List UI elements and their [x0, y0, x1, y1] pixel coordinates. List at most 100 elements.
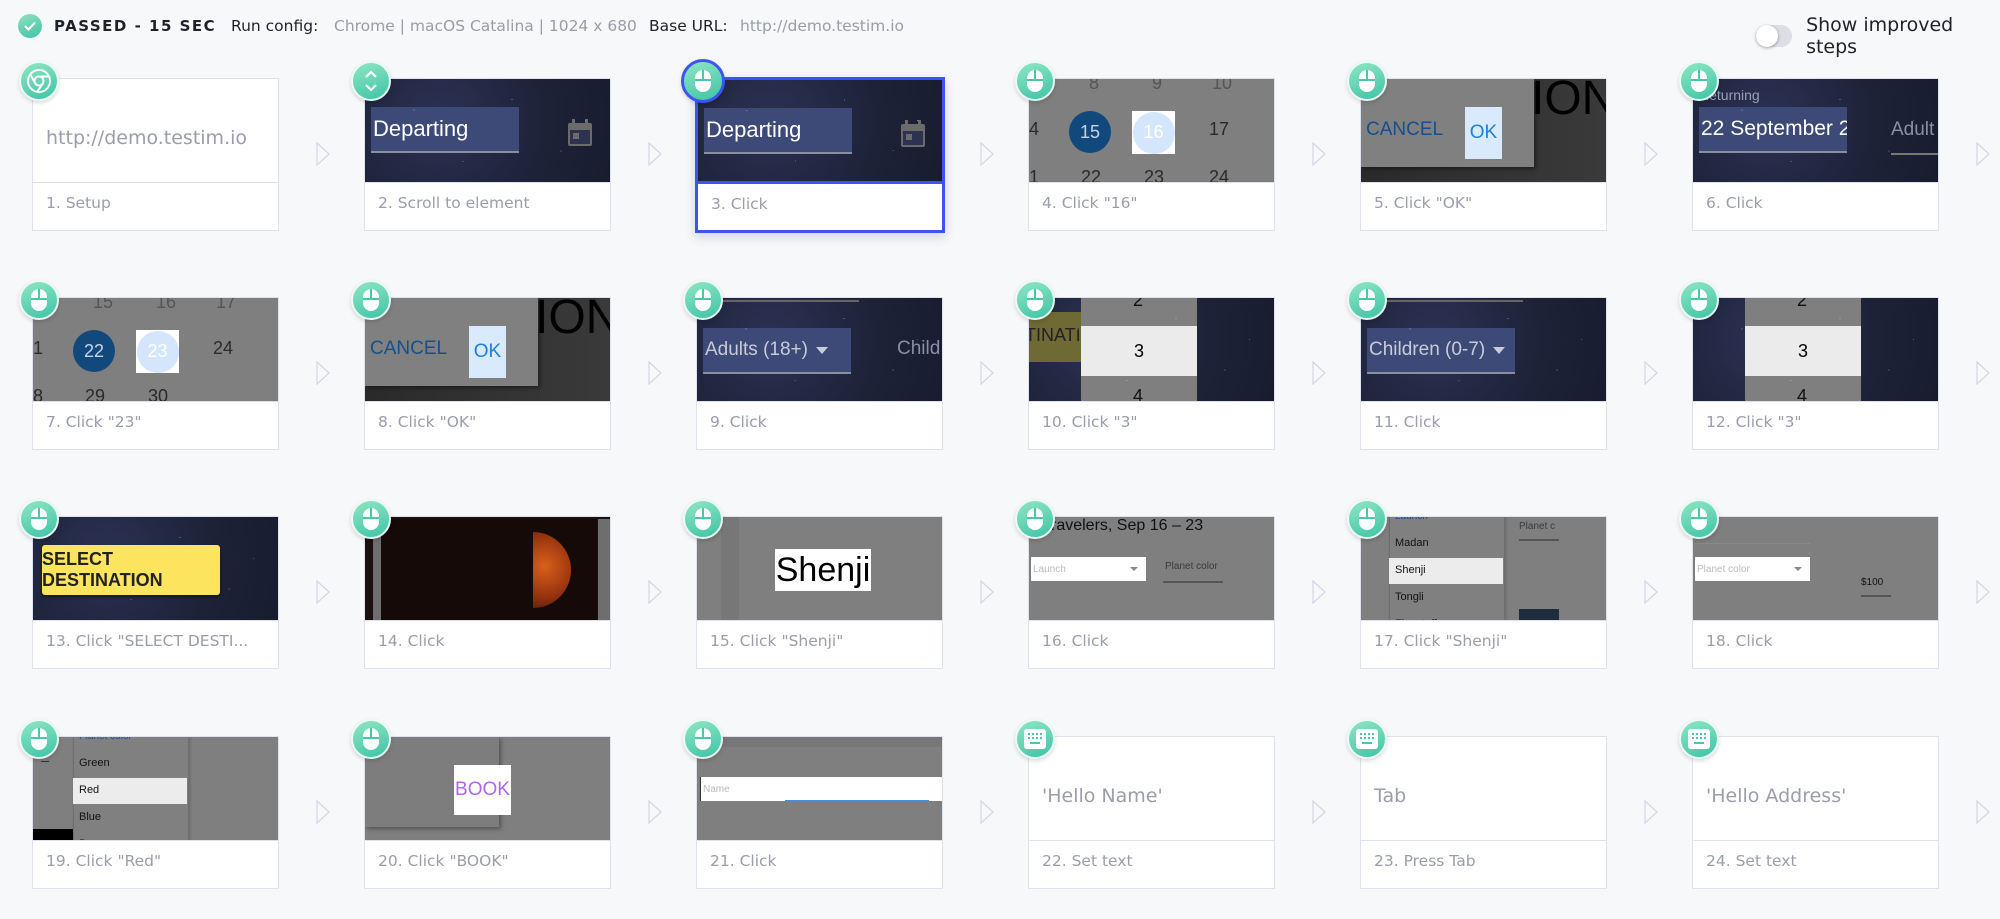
background-text: ION — [1531, 79, 1606, 125]
calendar-day: 16 — [156, 298, 177, 312]
step-card[interactable]: Departing 2. Scroll to element — [364, 78, 611, 231]
step-type-badge — [1679, 499, 1719, 539]
mouse-icon — [30, 507, 48, 531]
next-step-arrow-icon — [1312, 799, 1326, 825]
mouse-icon — [1026, 288, 1044, 312]
calendar-day: 17 — [216, 298, 237, 312]
step-thumbnail: SELECT DESTINATION — [33, 517, 278, 621]
step-card[interactable]: ION CANCEL OK 8. Click "OK" — [364, 297, 611, 450]
step-card[interactable]: Adults (18+) Child 9. Click — [696, 297, 943, 450]
step-card[interactable]: http://demo.testim.io 1. Setup — [32, 78, 279, 231]
improved-steps-toggle[interactable] — [1756, 25, 1793, 47]
number-picker — [1081, 298, 1197, 401]
calendar-day-target: 16 — [1132, 111, 1175, 154]
name-input: Name — [700, 777, 942, 801]
step-card[interactable]: TINATI 2 3 4 10. Click "3" — [1028, 297, 1275, 450]
next-step-arrow-icon — [1976, 141, 1990, 167]
chrome-icon — [26, 68, 52, 94]
step-type-badge — [351, 719, 391, 759]
calendar-day: 1 — [33, 338, 44, 358]
picker-option-selected: 3 — [1081, 326, 1197, 376]
step-card[interactable]: BOOK 20. Click "BOOK" — [364, 736, 611, 889]
calendar-day: 8 — [33, 386, 44, 402]
calendar-day: 24 — [213, 338, 234, 358]
step-card[interactable]: Shenji 15. Click "Shenji" — [696, 516, 943, 669]
mouse-icon — [1690, 288, 1708, 312]
step-thumbnail: ION CANCEL OK — [1361, 79, 1606, 183]
step-thumbnail: ION CANCEL OK — [365, 298, 610, 402]
mouse-icon — [362, 727, 380, 751]
step-card[interactable]: 'Hello Name' 22. Set text — [1028, 736, 1275, 889]
show-improved-steps[interactable]: Show improved steps — [1756, 14, 2000, 58]
step-card[interactable]: ION CANCEL OK 5. Click "OK" — [1360, 78, 1607, 231]
step-card[interactable]: 14. Click — [364, 516, 611, 669]
step-card[interactable]: Departing 3. Click — [695, 77, 945, 233]
step-caption: 17. Click "Shenji" — [1374, 632, 1508, 650]
step-caption: 24. Set text — [1706, 852, 1797, 870]
step-caption: 8. Click "OK" — [378, 413, 477, 431]
base-url-value[interactable]: http://demo.testim.io — [740, 17, 904, 35]
run-status: PASSED - 15 SEC — [18, 14, 216, 38]
list-option: Blue — [79, 811, 102, 823]
step-caption: 4. Click "16" — [1042, 194, 1138, 212]
step-thumbnail — [365, 517, 610, 621]
step-caption: 20. Click "BOOK" — [378, 852, 509, 870]
keyboard-icon — [1024, 729, 1046, 749]
step-caption: 22. Set text — [1042, 852, 1133, 870]
mouse-icon — [694, 288, 712, 312]
next-step-arrow-icon — [1976, 579, 1990, 605]
thumbnail-text: 'Hello Address' — [1706, 785, 1847, 807]
number-picker — [1745, 298, 1861, 401]
mouse-icon — [30, 727, 48, 751]
mouse-icon — [362, 288, 380, 312]
step-card[interactable]: 15 16 17 1 22 23 24 8 29 30 7. Click "23… — [32, 297, 279, 450]
step-card[interactable]: Name 21. Click — [696, 736, 943, 889]
step-card[interactable]: Tab 23. Press Tab — [1360, 736, 1607, 889]
step-card[interactable]: Returning 22 September 2 Adult 6. Click — [1692, 78, 1939, 231]
step-caption: 2. Scroll to element — [378, 194, 530, 212]
step-card[interactable]: SELECT DESTINATION 13. Click "SELECT DES… — [32, 516, 279, 669]
mouse-icon — [694, 507, 712, 531]
side-field: Child — [897, 338, 941, 359]
calendar-day-target: 23 — [136, 330, 179, 373]
step-thumbnail: Shenji — [697, 517, 942, 621]
step-thumbnail: Planet color $100 — [1693, 517, 1938, 621]
step-thumbnail: Tab — [1361, 737, 1606, 841]
mouse-icon — [1026, 69, 1044, 93]
step-type-badge — [19, 280, 59, 320]
step-card[interactable]: 'Hello Address' 24. Set text — [1692, 736, 1939, 889]
calendar-day: 4 — [1029, 119, 1040, 139]
step-card[interactable]: Children (0-7) 11. Click — [1360, 297, 1607, 450]
step-caption: 14. Click — [378, 632, 445, 650]
step-card[interactable]: 8 9 10 4 15 16 17 1 22 23 24 4. Click "1… — [1028, 78, 1275, 231]
next-step-arrow-icon — [980, 799, 994, 825]
step-card[interactable]: 2 3 4 12. Click "3" — [1692, 297, 1939, 450]
next-step-arrow-icon — [648, 579, 662, 605]
step-card[interactable]: Planet color $100 18. Click — [1692, 516, 1939, 669]
step-card[interactable]: Launch Madan Shenji Tongli Flagstaff Planet… — [1360, 516, 1607, 669]
background-text: ION — [535, 298, 610, 344]
select-destination-button: SELECT DESTINATION — [42, 545, 220, 595]
calendar-day: 15 — [93, 298, 114, 312]
base-url-label: Base URL: — [649, 17, 728, 35]
dropdown-caret-icon — [815, 346, 828, 354]
step-thumbnail: 15 16 17 1 22 23 24 8 29 30 — [33, 298, 278, 402]
step-card[interactable]: ravelers, Sep 16 – 23 Launch Planet colo… — [1028, 516, 1275, 669]
step-thumbnail: Returning 22 September 2 Adult — [1693, 79, 1938, 183]
step-type-badge — [351, 61, 391, 101]
field-text: Departing — [706, 117, 802, 142]
calendar-day: 1 — [1029, 167, 1040, 183]
launch-select: Launch — [1031, 557, 1146, 581]
step-type-badge — [1347, 61, 1387, 101]
step-caption: 15. Click "Shenji" — [710, 632, 844, 650]
step-card[interactable]: Planet color Green Red Blue Brown 19. Click… — [32, 736, 279, 889]
step-type-badge — [1015, 280, 1055, 320]
adults-field: Adult — [1891, 119, 1935, 140]
next-step-arrow-icon — [1644, 141, 1658, 167]
step-caption: 9. Click — [710, 413, 767, 431]
check-icon — [18, 14, 42, 38]
calendar-icon — [900, 120, 926, 152]
dropdown-caret-icon — [1493, 346, 1506, 354]
departing-field: Departing — [371, 107, 519, 153]
toggle-label: Show improved steps — [1806, 14, 1954, 58]
